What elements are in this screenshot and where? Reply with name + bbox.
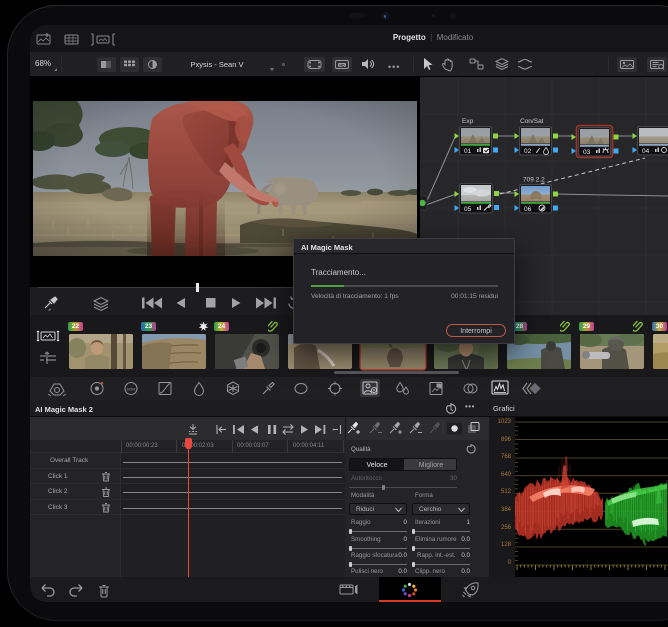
svg-text:HDR: HDR — [127, 387, 136, 392]
